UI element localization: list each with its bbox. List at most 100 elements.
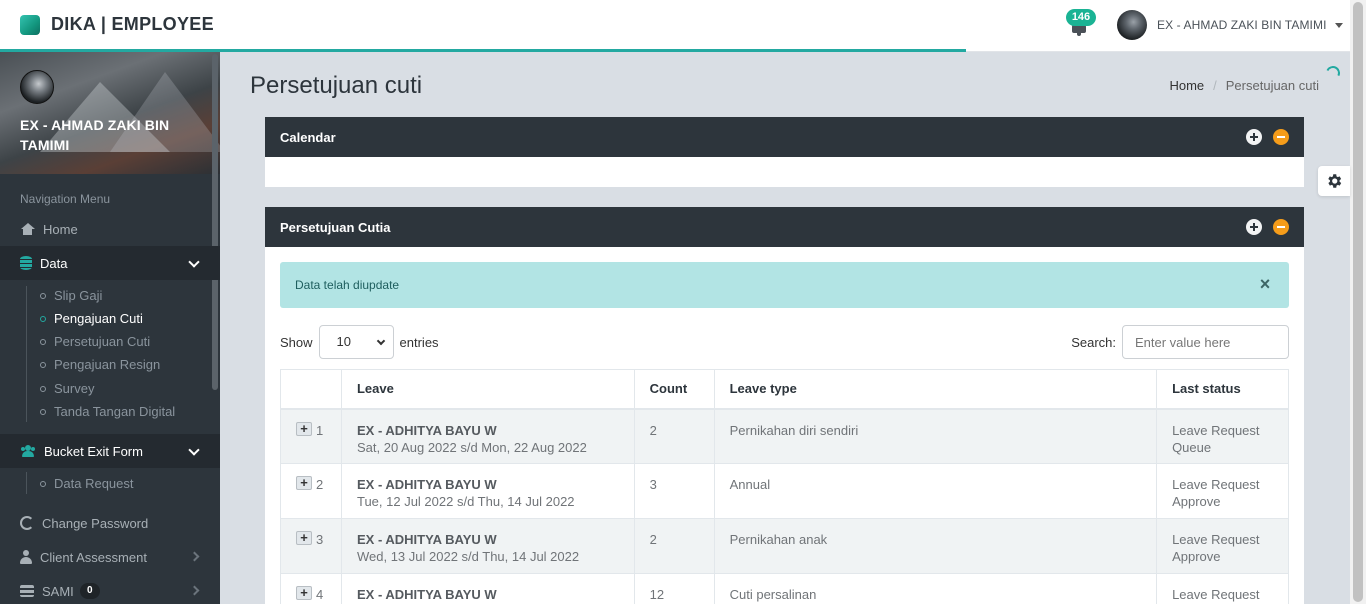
leave-dates: Tue, 12 Jul 2022 s/d Thu, 14 Jul 2022 [356, 494, 575, 509]
column-header-leave[interactable]: Leave [340, 369, 635, 410]
leave-type-cell: Pernikahan diri sendiri [713, 408, 1158, 464]
bullet-icon [40, 385, 46, 392]
leave-cell: EX - ADHITYA BAYU W Sat, 20 Aug 2022 s/d … [340, 408, 635, 464]
brand-title: DIKA | EMPLOYEE [51, 14, 214, 34]
brand-logo-icon [20, 14, 40, 35]
status-value: Approve [1172, 494, 1221, 509]
sidebar-item-home[interactable]: Home [0, 212, 220, 246]
submenu-line [26, 286, 27, 422]
user-icon [20, 550, 32, 564]
sidebar-item-client-assessment[interactable]: Client Assessment [0, 540, 220, 574]
status-line: Leave Request [1172, 422, 1260, 438]
status-line: Leave Request [1172, 477, 1260, 492]
plus-icon[interactable]: + [296, 531, 312, 545]
avatar [1117, 10, 1147, 40]
employee-name: EX - ADHITYA BAYU W [356, 532, 497, 547]
sidebar-item-data[interactable]: Data [0, 246, 220, 280]
row-number-cell: +3 [280, 518, 342, 574]
home-icon [20, 223, 35, 235]
column-header-last-status[interactable]: Last status [1156, 369, 1289, 410]
status-cell: Leave Request Approve [1156, 518, 1289, 574]
table-header-row: Leave Count Leave type Last status [280, 369, 1289, 410]
chevron-right-icon [189, 551, 200, 562]
sidebar-item-label: Client Assessment [40, 549, 147, 565]
profile-avatar [20, 70, 54, 104]
leave-type-cell: Annual [713, 463, 1158, 519]
plus-icon[interactable]: + [296, 586, 312, 600]
leave-type-cell: Cuti persalinan [713, 573, 1158, 604]
gear-icon [1328, 174, 1342, 188]
leave-cell: EX - ADHITYA BAYU W [340, 573, 635, 604]
sidebar-subitem-label: Tanda Tangan Digital [54, 404, 176, 419]
sidebar-subitem-slip-gaji[interactable]: Slip Gaji [40, 288, 102, 303]
panel-title: Persetujuan Cutia [280, 219, 391, 235]
sidebar-subitem-survey[interactable]: Survey [40, 381, 94, 396]
leave-dates: Sat, 20 Aug 2022 s/d Mon, 22 Aug 2022 [356, 439, 587, 455]
sidebar-item-bucket-exit-form[interactable]: Bucket Exit Form [0, 434, 220, 468]
count-cell: 2 [633, 408, 715, 464]
table-row[interactable]: +4 EX - ADHITYA BAYU W 12 Cuti persalina… [280, 573, 1289, 604]
entries-label: entries [399, 334, 439, 350]
sidebar-profile[interactable]: EX - AHMAD ZAKI BIN TAMIMI [0, 52, 220, 174]
leave-approval-table: Leave Count Leave type Last status +1 EX… [280, 369, 1289, 604]
table-row[interactable]: +3 EX - ADHITYA BAYU W Wed, 13 Jul 2022 s… [280, 518, 1289, 574]
search-input[interactable] [1122, 325, 1289, 359]
column-header-expand[interactable] [280, 369, 342, 410]
submenu-line [26, 472, 27, 494]
sidebar-subitem-pengajuan-resign[interactable]: Pengajuan Resign [40, 357, 160, 372]
sidebar-item-label: Bucket Exit Form [44, 443, 143, 459]
row-number-cell: +1 [280, 408, 342, 464]
breadcrumb-home-link[interactable]: Home [1169, 78, 1204, 93]
expand-icon[interactable] [1246, 129, 1262, 145]
table-row[interactable]: +2 EX - ADHITYA BAYU W Tue, 12 Jul 2022 s… [280, 463, 1289, 519]
notifications-button[interactable]: 146 [1066, 9, 1096, 38]
status-line: Leave Request [1172, 532, 1260, 547]
calendar-panel-heading: Calendar [265, 117, 1304, 157]
chevron-down-icon [188, 444, 200, 456]
sidebar-subitem-tanda-tangan-digital[interactable]: Tanda Tangan Digital [40, 404, 175, 419]
status-cell: Leave Request [1156, 573, 1289, 604]
leave-type-cell: Pernikahan anak [713, 518, 1158, 574]
sidebar-item-sami[interactable]: SAMI 0 [0, 574, 220, 604]
bullet-icon [40, 315, 46, 322]
sidebar-subitem-label: Slip Gaji [54, 288, 103, 303]
status-cell: Leave Request Approve [1156, 463, 1289, 519]
page-scrollbar[interactable] [1350, 0, 1366, 604]
collapse-icon[interactable] [1273, 219, 1289, 235]
theme-settings-button[interactable] [1318, 166, 1350, 196]
page-scrollbar-thumb[interactable] [1353, 2, 1363, 602]
sidebar-subitem-label: Pengajuan Resign [54, 357, 161, 372]
collapse-icon[interactable] [1273, 129, 1289, 145]
close-icon[interactable]: × [1256, 275, 1274, 293]
success-alert: Data telah diupdate × [280, 262, 1289, 308]
brand[interactable]: DIKA | EMPLOYEE [20, 14, 214, 35]
profile-name: EX - AHMAD ZAKI BIN TAMIMI [20, 117, 170, 153]
sidebar-item-label: SAMI [42, 583, 74, 599]
count-cell: 3 [633, 463, 715, 519]
status-cell: Leave Request Queue [1156, 408, 1289, 464]
table-row[interactable]: +1 EX - ADHITYA BAYU W Sat, 20 Aug 2022 s… [280, 408, 1289, 464]
column-header-count[interactable]: Count [633, 369, 715, 410]
entries-length-control: Show 10 entries [280, 325, 439, 359]
user-menu[interactable]: EX - AHMAD ZAKI BIN TAMIMI [1117, 10, 1343, 40]
user-name: EX - AHMAD ZAKI BIN TAMIMI [1157, 18, 1327, 32]
sidebar-subitem-label: Survey [54, 381, 95, 396]
users-icon [20, 445, 36, 457]
bullet-icon [40, 338, 46, 345]
expand-icon[interactable] [1246, 219, 1262, 235]
status-value: Approve [1172, 549, 1221, 564]
sidebar-item-change-password[interactable]: Change Password [0, 506, 220, 540]
nav-header: Navigation Menu [20, 192, 111, 206]
stack-icon [20, 584, 34, 598]
column-header-leave-type[interactable]: Leave type [713, 369, 1158, 410]
approval-panel-heading: Persetujuan Cutia [265, 207, 1304, 247]
chevron-down-icon [376, 336, 385, 346]
database-icon [20, 256, 32, 270]
entries-select[interactable]: 10 [318, 325, 394, 359]
plus-icon[interactable]: + [296, 476, 312, 490]
sidebar-subitem-data-request[interactable]: Data Request [40, 476, 134, 491]
plus-icon[interactable]: + [296, 421, 312, 436]
sidebar-subitem-pengajuan-cuti[interactable]: Pengajuan Cuti [40, 311, 143, 326]
row-number: 3 [316, 532, 324, 547]
sidebar-subitem-persetujuan-cuti[interactable]: Persetujuan Cuti [40, 334, 150, 349]
